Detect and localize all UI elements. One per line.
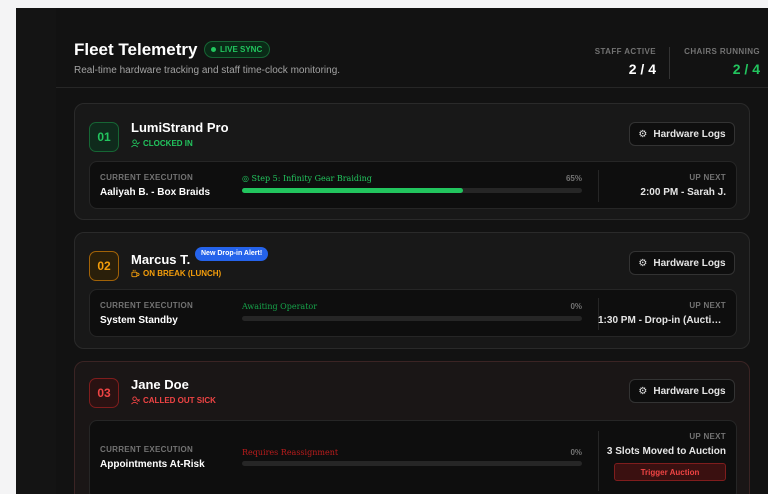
person-check-icon	[131, 139, 140, 148]
station-name: Marcus T.	[131, 252, 191, 267]
progress-bar	[242, 461, 582, 466]
page-title: Fleet Telemetry	[74, 40, 198, 59]
coffee-icon	[131, 269, 140, 278]
hardware-logs-label: Hardware Logs	[653, 128, 726, 140]
chairs-running-stat: CHAIRS RUNNING 2 / 4	[684, 47, 760, 77]
progress-bar	[242, 188, 582, 193]
current-execution-label: CURRENT EXECUTION	[100, 173, 194, 182]
current-execution-value: Aaliyah B. - Box Braids	[100, 187, 211, 198]
up-next-value: 2:00 PM - Sarah J.	[640, 187, 726, 198]
execution-divider	[598, 431, 599, 491]
station-status: CLOCKED IN	[131, 139, 193, 148]
station-name: Jane Doe	[131, 377, 189, 392]
up-next-value: 1:30 PM - Drop-in (Auction)	[598, 315, 726, 326]
progress-bar	[242, 316, 582, 321]
hardware-logs-button[interactable]: ⚙ Hardware Logs	[629, 122, 735, 146]
station-number: 02	[89, 251, 119, 281]
progress-step: Requires Reassignment	[242, 448, 339, 457]
progress-step-label: Step 5: Infinity Gear Braiding	[251, 174, 372, 183]
progress-percent: 0%	[570, 448, 582, 457]
station-name: LumiStrand Pro	[131, 120, 229, 135]
panel-header: Fleet Telemetry LIVE SYNC Real-time hard…	[56, 8, 768, 88]
fleet-panel: Fleet Telemetry LIVE SYNC Real-time hard…	[56, 8, 768, 494]
execution-panel: CURRENT EXECUTION Appointments At-Risk R…	[89, 420, 737, 494]
current-execution-value: System Standby	[100, 315, 178, 326]
drop-in-alert-badge[interactable]: New Drop-in Alert!	[195, 247, 269, 261]
execution-panel: CURRENT EXECUTION System Standby Awaitin…	[89, 289, 737, 337]
live-dot-icon	[211, 47, 216, 52]
staff-active-value: 2 / 4	[628, 61, 656, 77]
station-status-label: CALLED OUT SICK	[143, 396, 216, 405]
station-status: ON BREAK (LUNCH)	[131, 269, 221, 278]
station-status-label: ON BREAK (LUNCH)	[143, 269, 222, 278]
live-sync-label: LIVE SYNC	[220, 45, 263, 54]
trigger-auction-button[interactable]: Trigger Auction	[614, 463, 726, 481]
hardware-logs-label: Hardware Logs	[653, 385, 726, 397]
progress-step: ◎ Step 5: Infinity Gear Braiding	[242, 174, 372, 183]
person-x-icon	[131, 396, 140, 405]
station-card-03: 03 Jane Doe CALLED OUT SICK ⚙ Hardware L…	[74, 361, 750, 494]
execution-panel: CURRENT EXECUTION Aaliyah B. - Box Braid…	[89, 161, 737, 209]
chairs-running-label: CHAIRS RUNNING	[684, 47, 760, 56]
station-number: 03	[89, 378, 119, 408]
station-status: CALLED OUT SICK	[131, 396, 216, 405]
progress-percent: 0%	[570, 302, 582, 311]
gear-icon: ⚙	[638, 385, 648, 397]
current-execution-value: Appointments At-Risk	[100, 459, 205, 470]
station-card-02: 02 Marcus T. New Drop-in Alert! ON BREAK…	[74, 232, 750, 349]
staff-active-stat: STAFF ACTIVE 2 / 4	[595, 47, 656, 77]
up-next-label: UP NEXT	[689, 432, 726, 441]
staff-active-label: STAFF ACTIVE	[594, 47, 656, 56]
station-number: 01	[89, 122, 119, 152]
stat-divider	[669, 47, 670, 79]
hardware-logs-button[interactable]: ⚙ Hardware Logs	[629, 379, 735, 403]
app-window: Fleet Telemetry LIVE SYNC Real-time hard…	[16, 8, 768, 494]
progress-step: Awaiting Operator	[242, 302, 318, 311]
page-subtitle: Real-time hardware tracking and staff ti…	[74, 65, 341, 76]
progress-fill	[242, 188, 463, 193]
up-next-label: UP NEXT	[689, 301, 726, 310]
progress-percent: 65%	[565, 174, 582, 183]
step-check-icon: ◎	[242, 174, 252, 183]
station-status-label: CLOCKED IN	[143, 139, 193, 148]
live-sync-badge: LIVE SYNC	[204, 41, 271, 58]
gear-icon: ⚙	[638, 257, 648, 269]
up-next-value: 3 Slots Moved to Auction	[606, 446, 726, 457]
current-execution-label: CURRENT EXECUTION	[100, 445, 194, 454]
hardware-logs-button[interactable]: ⚙ Hardware Logs	[629, 251, 735, 275]
current-execution-label: CURRENT EXECUTION	[100, 301, 194, 310]
chairs-running-value: 2 / 4	[732, 61, 760, 77]
station-card-01: 01 LumiStrand Pro CLOCKED IN ⚙ Hardware …	[74, 103, 750, 220]
hardware-logs-label: Hardware Logs	[653, 257, 726, 269]
up-next-label: UP NEXT	[689, 173, 726, 182]
gear-icon: ⚙	[638, 128, 648, 140]
